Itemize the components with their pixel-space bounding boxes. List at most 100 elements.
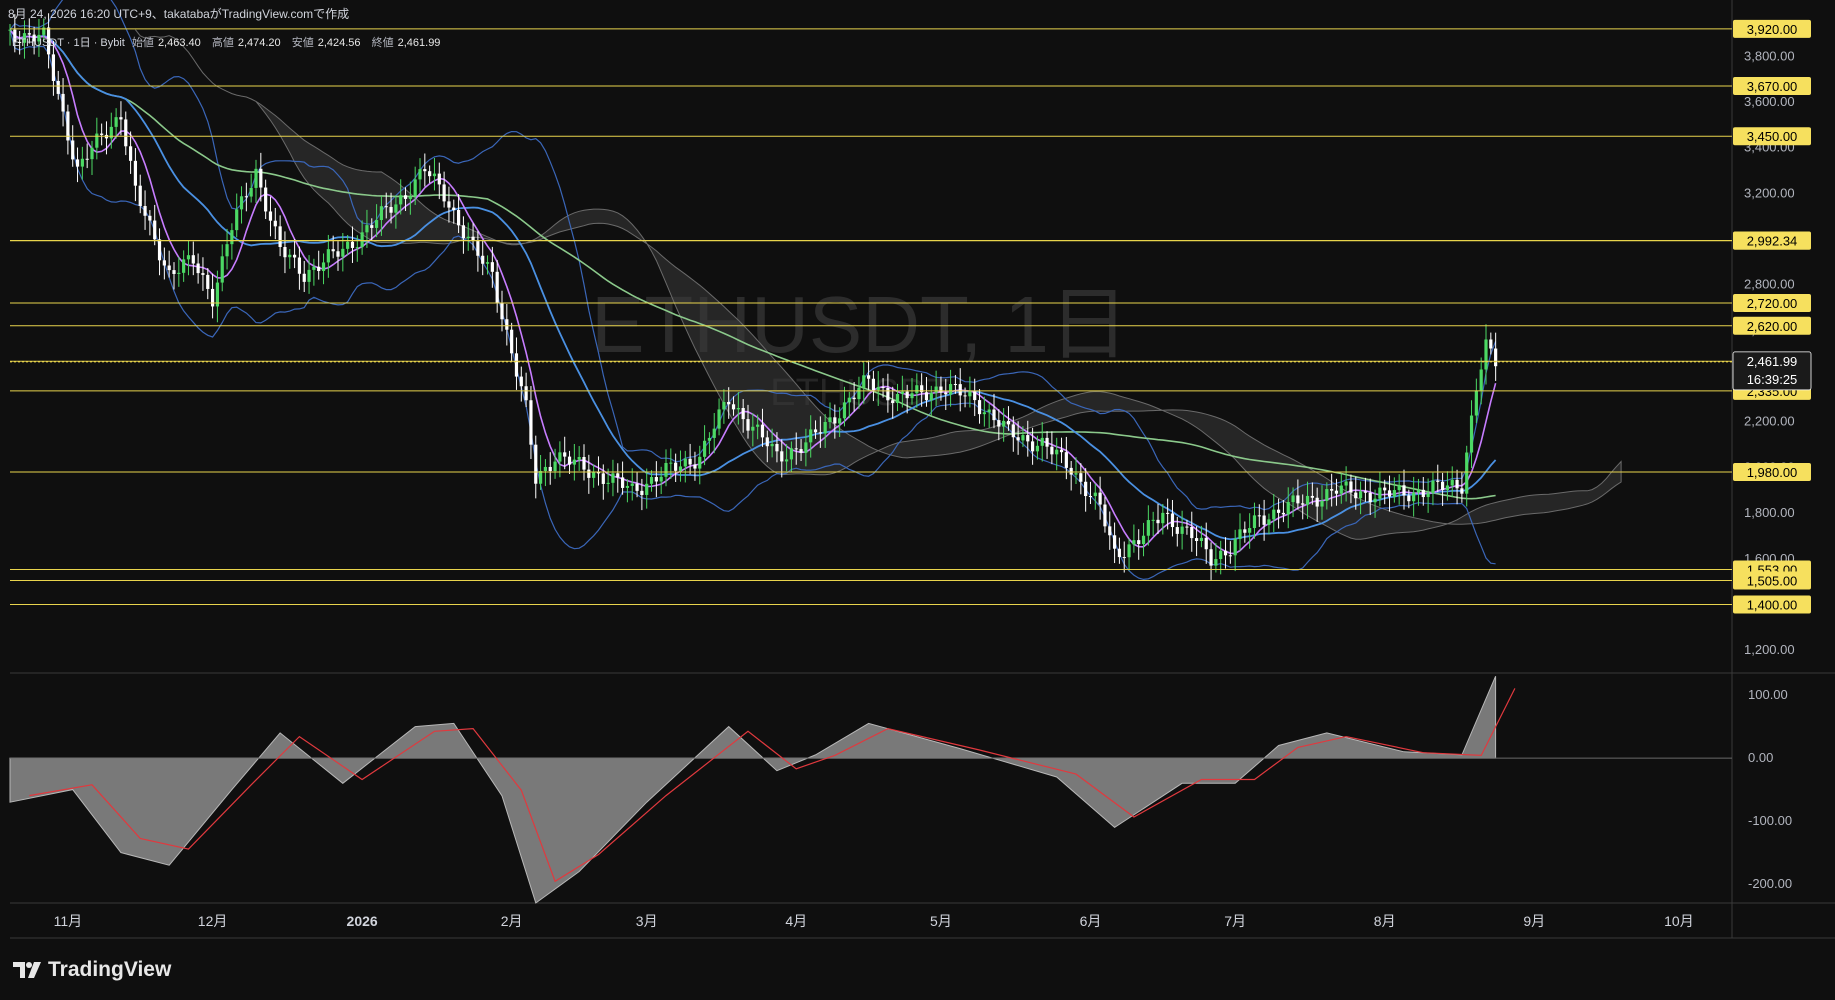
candle-body bbox=[162, 260, 166, 266]
tradingview-brand[interactable]: TradingView bbox=[12, 958, 171, 982]
candle-body bbox=[1069, 467, 1073, 475]
candle-body bbox=[1170, 513, 1175, 528]
symbol-title[interactable]: ETHUSDT · 1日 · Bybit bbox=[12, 37, 125, 49]
candle-body bbox=[1358, 491, 1363, 499]
chart-canvas[interactable]: ETHUSDT, 1日ETHUSDT1,200.001,400.001,600.… bbox=[0, 0, 1835, 1000]
candle-body bbox=[674, 462, 678, 471]
candle-body bbox=[852, 397, 856, 400]
candle-body bbox=[1180, 526, 1184, 534]
candle-body bbox=[1416, 489, 1421, 493]
candle-body bbox=[1440, 481, 1445, 490]
candle-body bbox=[1421, 489, 1425, 498]
candle-body bbox=[1122, 557, 1126, 559]
candle-body bbox=[620, 477, 625, 488]
ohlc-high-label: 高値 bbox=[211, 37, 234, 49]
candle-body bbox=[876, 387, 880, 390]
candle-body bbox=[1112, 535, 1117, 549]
candle-body bbox=[722, 401, 726, 410]
candle-body bbox=[838, 418, 842, 424]
candle-body bbox=[56, 80, 60, 94]
candle-body bbox=[1276, 509, 1281, 513]
candle-body bbox=[302, 273, 306, 282]
candle-body bbox=[1238, 529, 1242, 539]
candle-body bbox=[283, 246, 287, 258]
price-tick-label: 2,200.00 bbox=[1744, 414, 1795, 429]
candle-body bbox=[384, 206, 388, 208]
candle-body bbox=[895, 393, 900, 403]
candle-body bbox=[461, 225, 466, 239]
candle-body bbox=[809, 429, 813, 443]
candle-body bbox=[784, 459, 789, 462]
candle-body bbox=[379, 206, 384, 221]
candle-body bbox=[939, 386, 943, 393]
candle-body bbox=[510, 329, 514, 354]
candle-body bbox=[1368, 492, 1372, 503]
candle-body bbox=[741, 408, 745, 420]
candle-body bbox=[558, 452, 562, 462]
time-tick-label: 2月 bbox=[501, 913, 523, 929]
candle-body bbox=[746, 419, 750, 431]
candle-body bbox=[500, 302, 504, 320]
candle-body bbox=[1330, 489, 1334, 491]
candle-body bbox=[625, 485, 630, 488]
candle-body bbox=[447, 201, 451, 208]
candle-body bbox=[1108, 526, 1112, 536]
level-label-1,505.00: 1,505.00 bbox=[1747, 573, 1798, 588]
candle-body bbox=[1344, 481, 1348, 486]
candle-body bbox=[857, 387, 861, 400]
candle-body bbox=[153, 220, 157, 240]
candle-body bbox=[1021, 435, 1025, 441]
candle-body bbox=[756, 424, 760, 427]
candle-body bbox=[428, 171, 432, 177]
ohlc-high-value: 2,474.20 bbox=[237, 37, 281, 49]
candle-body bbox=[1378, 487, 1382, 499]
time-tick-label: 9月 bbox=[1523, 913, 1545, 929]
candle-body bbox=[577, 457, 581, 460]
candle-body bbox=[321, 262, 326, 272]
candle-body bbox=[635, 483, 639, 491]
time-tick-label: 7月 bbox=[1224, 913, 1246, 929]
candle-body bbox=[239, 196, 244, 210]
candle-body bbox=[1209, 549, 1213, 566]
time-tick-label: 11月 bbox=[54, 913, 83, 929]
candle-body bbox=[678, 466, 683, 471]
candle-body bbox=[1301, 503, 1305, 505]
candle-body bbox=[645, 483, 649, 495]
candle-body bbox=[1175, 527, 1179, 534]
candle-body bbox=[529, 400, 533, 445]
candle-body bbox=[1315, 497, 1319, 507]
candle-body bbox=[688, 458, 692, 465]
candle-body bbox=[524, 386, 528, 401]
candle-body bbox=[948, 384, 953, 395]
candle-body bbox=[1262, 515, 1266, 525]
candle-body bbox=[563, 452, 567, 457]
candle-body bbox=[61, 93, 65, 112]
candle-body bbox=[915, 385, 919, 394]
candle-body bbox=[1354, 492, 1358, 499]
level-label-2,720.00: 2,720.00 bbox=[1747, 296, 1798, 311]
candle-body bbox=[1035, 445, 1040, 452]
candle-body bbox=[804, 442, 808, 453]
bar-countdown-label: 16:39:25 bbox=[1747, 372, 1798, 387]
level-label-3,920.00: 3,920.00 bbox=[1747, 22, 1798, 37]
candle-body bbox=[775, 443, 779, 452]
snapshot-info: 8月 24, 2026 16:20 UTC+9、takatabaがTrading… bbox=[8, 7, 350, 21]
candle-body bbox=[958, 384, 962, 396]
candle-body bbox=[1059, 449, 1064, 453]
candle-body bbox=[1050, 446, 1054, 455]
candle-body bbox=[1190, 526, 1194, 539]
candle-body bbox=[553, 461, 557, 472]
candle-body bbox=[133, 160, 138, 186]
candle-body bbox=[288, 254, 292, 258]
candle-body bbox=[95, 133, 99, 148]
candle-body bbox=[1310, 495, 1314, 498]
price-tick-label: 3,600.00 bbox=[1744, 94, 1795, 109]
candle-body bbox=[1127, 544, 1131, 558]
candle-body bbox=[437, 173, 441, 185]
candle-body bbox=[702, 440, 707, 457]
ohlc-open-label: 始値 bbox=[131, 37, 154, 49]
candle-body bbox=[992, 409, 996, 421]
candle-body bbox=[1469, 415, 1474, 453]
candle-body bbox=[567, 456, 572, 465]
candle-body bbox=[823, 421, 827, 434]
